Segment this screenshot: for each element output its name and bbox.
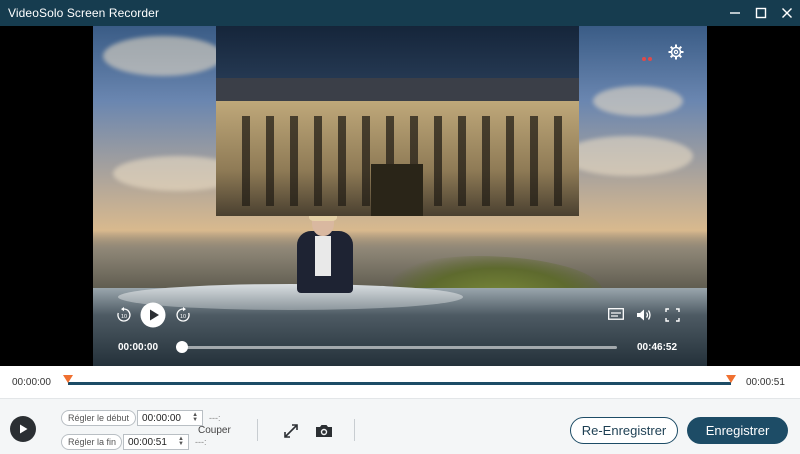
svg-text:10: 10 (121, 314, 127, 320)
play-icon (20, 424, 28, 434)
video-frame[interactable]: 10 10 00:00:00 00:46:52 (93, 26, 707, 366)
maximize-icon (755, 7, 767, 19)
news-desk (118, 284, 463, 310)
fullscreen-icon (665, 308, 680, 322)
settings-gear-icon (668, 44, 684, 60)
cloud (593, 86, 683, 116)
end-dash: ---: (195, 437, 207, 447)
minimize-icon (730, 12, 740, 14)
forward-10-icon: 10 (176, 307, 190, 322)
trim-timeline: 00:00:00 00:00:51 (0, 366, 800, 398)
trim-end-time: 00:00:51 (746, 377, 785, 388)
fullscreen-button[interactable] (665, 308, 680, 322)
rewind-10-button[interactable]: 10 (116, 307, 132, 323)
end-time-field[interactable]: 00:00:51 ▲ ▼ (123, 434, 189, 450)
rerecord-button[interactable]: Re-Enregistrer (570, 417, 678, 444)
chevron-down-icon[interactable]: ▼ (192, 417, 198, 423)
window-title: VideoSolo Screen Recorder (8, 6, 160, 20)
end-time-stepper[interactable]: ▲ ▼ (178, 436, 184, 447)
trim-start-handle[interactable] (63, 375, 73, 383)
set-start-button[interactable]: Régler le début (61, 410, 137, 426)
camera-icon (316, 425, 332, 437)
rewind-10-icon: 10 (117, 307, 131, 322)
start-time-stepper[interactable]: ▲ ▼ (192, 412, 198, 423)
palace-door (371, 164, 423, 216)
window-controls (722, 0, 800, 26)
record-button[interactable]: Enregistrer (687, 417, 788, 444)
inset-screen (216, 26, 579, 216)
screenshot-button[interactable] (315, 422, 333, 440)
start-dash: ---: (209, 413, 221, 423)
preview-play-button[interactable] (10, 416, 36, 442)
start-time-field[interactable]: 00:00:00 ▲ ▼ (137, 410, 204, 426)
subtitles-button[interactable] (608, 308, 624, 322)
play-icon (140, 302, 166, 328)
trim-track[interactable] (68, 382, 731, 385)
trim-end-handle[interactable] (726, 375, 736, 383)
divider (354, 419, 355, 441)
bottom-toolbar: Régler le début 00:00:00 ▲ ▼ ---: Régler… (0, 398, 800, 454)
chevron-down-icon[interactable]: ▼ (178, 441, 184, 447)
cut-label: Couper (198, 425, 231, 436)
volume-icon (637, 309, 651, 321)
app-window: VideoSolo Screen Recorder 10 10 00:00:00… (0, 0, 800, 454)
cloud (103, 36, 223, 76)
presenter-shirt (315, 236, 331, 276)
set-end-row: Régler la fin 00:00:51 ▲ ▼ ---: (61, 434, 207, 450)
start-time-value: 00:00:00 (142, 412, 181, 424)
svg-text:10: 10 (180, 314, 186, 320)
record-indicator-icon (642, 57, 652, 61)
expand-button[interactable] (282, 422, 300, 440)
title-bar: VideoSolo Screen Recorder (0, 0, 800, 26)
video-preview-area: 10 10 00:00:00 00:46:52 (0, 26, 800, 366)
video-play-button[interactable] (140, 302, 166, 328)
close-button[interactable] (774, 0, 800, 26)
expand-icon (284, 424, 298, 438)
playback-progress-track[interactable] (180, 346, 617, 349)
set-end-button[interactable]: Régler la fin (61, 434, 122, 450)
divider (257, 419, 258, 441)
playback-progress-knob[interactable] (176, 341, 188, 353)
current-time: 00:00:00 (118, 342, 159, 353)
forward-10-button[interactable]: 10 (175, 307, 191, 323)
set-start-row: Régler le début 00:00:00 ▲ ▼ ---: (61, 410, 221, 426)
subtitles-icon (608, 308, 624, 320)
volume-button[interactable] (636, 308, 652, 322)
settings-button[interactable] (668, 44, 684, 60)
end-time-value: 00:00:51 (128, 436, 167, 448)
trim-start-time: 00:00:00 (12, 377, 51, 388)
maximize-button[interactable] (748, 0, 774, 26)
cloud (563, 136, 693, 176)
total-duration: 00:46:52 (637, 342, 678, 353)
minimize-button[interactable] (722, 0, 748, 26)
close-icon (782, 8, 792, 18)
